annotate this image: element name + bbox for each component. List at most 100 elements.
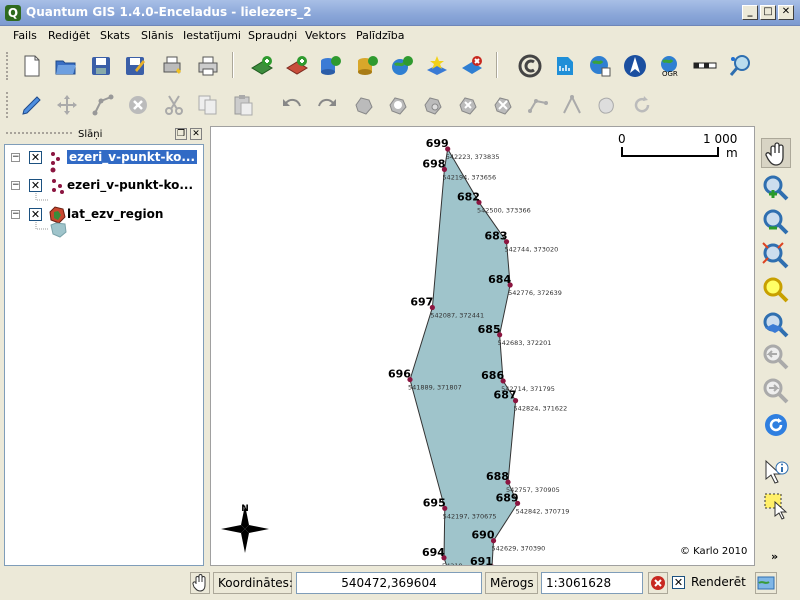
stop-render-icon[interactable] [648,572,668,594]
delete-ring-icon[interactable] [456,93,480,117]
layer-visibility-checkbox[interactable]: ✕ [29,179,42,192]
new-project-icon[interactable] [20,54,44,78]
scale-bar-unit: m [726,146,738,160]
toggle-editing-icon[interactable] [20,93,44,117]
zoom-full-icon[interactable] [761,241,791,271]
zoom-next-icon[interactable] [761,376,791,406]
merge-features-icon[interactable] [595,93,619,117]
menu-file[interactable]: Fails [13,29,37,42]
rotate-point-symbols-icon[interactable] [630,93,654,117]
collapse-toggle[interactable]: − [11,181,20,190]
point-coordinate-label: 542744, 373020 [505,246,559,254]
zoom-out-icon[interactable] [761,207,791,237]
point-id-label: 688 [486,470,509,483]
split-features-icon[interactable] [560,93,584,117]
add-vector-layer-icon[interactable] [250,54,274,78]
add-spatialite-layer-icon[interactable] [355,54,379,78]
open-project-icon[interactable] [54,54,78,78]
title-bar: Q Quantum GIS 1.4.0-Enceladus - lielezer… [0,0,800,26]
georeferencer-icon[interactable] [588,54,612,78]
point-id-label: 695 [423,496,446,509]
select-icon[interactable] [761,490,791,520]
move-feature-icon[interactable] [55,93,79,117]
add-ring-icon[interactable] [386,93,410,117]
layers-tree[interactable]: − ✕ ezeri_v-punkt-ko... − ✕ ezeri_v-punk… [4,144,204,566]
copyright-label-icon[interactable] [518,54,542,78]
coordinates-label: Koordinātes: [213,572,293,594]
zoom-in-icon[interactable] [761,173,791,203]
scale-bar-icon[interactable] [553,54,577,78]
render-checkbox[interactable]: ✕ [672,576,685,589]
delete-part-icon[interactable] [491,93,515,117]
new-print-composer-icon[interactable] [160,54,184,78]
pan-progress-icon[interactable] [190,572,210,594]
point-id-label: 689 [496,491,519,504]
gps-icon[interactable]: OGR [657,54,681,78]
collapse-toggle[interactable]: − [11,153,20,162]
point-id-label: 691 [470,555,493,566]
close-window-button[interactable]: ✕ [778,5,794,20]
menu-settings[interactable]: Iestatījumi [183,29,241,42]
zoom-to-layer-icon[interactable] [761,310,791,340]
map-navigation-toolbar: » [757,126,797,566]
cut-features-icon[interactable] [162,93,186,117]
toolbar-grip[interactable] [6,52,10,80]
remove-layer-icon[interactable] [460,54,484,78]
delete-selected-icon[interactable] [126,93,150,117]
node-tool-icon[interactable] [91,93,115,117]
tree-connector [35,222,67,238]
print-icon[interactable] [196,54,220,78]
map-svg[interactable]: 699 542223, 373835698 542194, 373656 682 542… [211,127,755,566]
layers-panel-header: Slāņi ❐ ✕ [4,128,204,142]
scale-label: Mērogs [485,572,538,594]
projection-icon[interactable] [755,572,777,594]
layer-name: ezeri_v-punkt-ko... [67,150,198,164]
add-raster-layer-icon[interactable] [285,54,309,78]
reshape-features-icon[interactable] [526,93,550,117]
add-island-icon[interactable] [421,93,445,117]
save-as-icon[interactable] [123,54,147,78]
point-coordinate-label: 541889, 371807 [408,384,462,392]
menu-vector[interactable]: Vektors [305,29,346,42]
layer-item[interactable]: − ✕ ezeri_v-punkt-ko... [5,149,203,167]
point-id-label: 687 [494,389,517,402]
simplify-feature-icon[interactable] [352,93,376,117]
menu-help[interactable]: Palīdzība [356,29,405,42]
menu-plugins[interactable]: Spraudņi [248,29,297,42]
more-tools-chevron[interactable]: » [771,550,778,563]
zoom-last-icon[interactable] [761,342,791,372]
layer-visibility-checkbox[interactable]: ✕ [29,208,42,221]
maximize-button[interactable]: □ [760,5,776,20]
copy-features-icon[interactable] [196,93,220,117]
pan-icon[interactable] [761,138,791,168]
menu-view[interactable]: Skats [100,29,130,42]
panel-grip[interactable] [6,132,72,134]
new-shapefile-icon[interactable] [425,54,449,78]
map-canvas[interactable]: 699 542223, 373835 698 542194, 373656 682 542… [210,126,755,566]
redo-icon[interactable] [315,93,339,117]
point-id-label: 685 [478,323,501,336]
scale-bar-plugin-icon[interactable] [693,54,717,78]
save-project-icon[interactable] [89,54,113,78]
float-panel-button[interactable]: ❐ [175,128,187,140]
menu-edit[interactable]: Rediģēt [48,29,90,42]
add-postgis-layer-icon[interactable] [318,54,342,78]
undo-icon[interactable] [280,93,304,117]
toolbar-grip[interactable] [6,92,10,118]
close-panel-button[interactable]: ✕ [190,128,202,140]
layer-visibility-checkbox[interactable]: ✕ [29,151,42,164]
refresh-icon[interactable] [761,410,791,440]
coordinates-field[interactable]: 540472,369604 [296,572,482,594]
identify-icon[interactable] [761,458,791,488]
scale-field[interactable]: 1:3061628 [541,572,643,594]
plugin-manager-icon[interactable] [728,54,752,78]
north-arrow-icon[interactable] [623,54,647,78]
collapse-toggle[interactable]: − [11,210,20,219]
add-wms-layer-icon[interactable] [390,54,414,78]
minimize-button[interactable]: _ [742,5,758,20]
zoom-to-selection-icon[interactable] [761,275,791,305]
paste-features-icon[interactable] [231,93,255,117]
status-bar: Koordinātes: 540472,369604 Mērogs 1:3061… [0,568,800,600]
scale-bar [621,147,719,157]
menu-layer[interactable]: Slānis [141,29,174,42]
